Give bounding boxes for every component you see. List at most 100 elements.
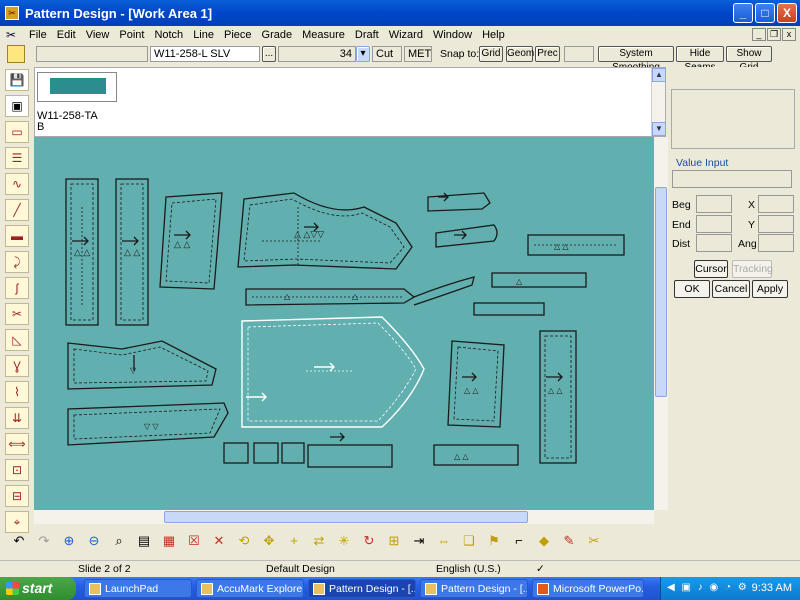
task-pattern-design-2[interactable]: Pattern Design - [...: [420, 579, 528, 598]
yellow-sheet-icon[interactable]: ▭: [5, 121, 29, 143]
size-select[interactable]: 34: [278, 46, 356, 62]
clear-icon[interactable]: ✕: [208, 530, 230, 552]
pattern-piece[interactable]: [427, 192, 491, 212]
menu-window[interactable]: Window: [428, 29, 477, 41]
pattern-piece[interactable]: [223, 432, 393, 468]
piece-category-field[interactable]: [36, 46, 148, 62]
y-field[interactable]: [758, 215, 794, 233]
zoom-window-icon[interactable]: ⌕: [108, 530, 130, 552]
pattern-piece[interactable]: △ △: [245, 276, 475, 306]
cancel-button[interactable]: Cancel: [712, 280, 750, 298]
beg-field[interactable]: [696, 195, 732, 213]
pattern-piece[interactable]: [435, 224, 498, 248]
redo-icon[interactable]: ↷: [33, 530, 55, 552]
task-launchpad[interactable]: LaunchPad: [84, 579, 192, 598]
pattern-piece[interactable]: △ △: [65, 178, 99, 326]
scroll-up-icon[interactable]: ▲: [652, 68, 666, 82]
zoom-out-icon[interactable]: ⊖: [83, 530, 105, 552]
mirror-tool-icon[interactable]: ⟺: [5, 433, 29, 455]
split-tool-icon[interactable]: ⇊: [5, 407, 29, 429]
fill-icon[interactable]: ◆: [533, 530, 555, 552]
cut-field[interactable]: Cut: [372, 46, 402, 62]
pattern-pieces[interactable]: △ △ △ △ △ △ △ △▽▽ △ △ △ △ △ ▽ ▽ ▽ △ △ △ …: [34, 137, 654, 510]
menu-notch[interactable]: Notch: [149, 29, 188, 41]
ang-field[interactable]: [758, 234, 794, 252]
pattern-piece[interactable]: △ △: [527, 234, 625, 256]
rotate-icon[interactable]: ↻: [358, 530, 380, 552]
hide-seams-button[interactable]: Hide Seams: [676, 46, 724, 73]
horizontal-scroll-thumb[interactable]: [164, 511, 528, 523]
pattern-piece[interactable]: △ △: [433, 444, 519, 466]
canvas-vertical-scrollbar[interactable]: [654, 137, 668, 510]
measure-icon[interactable]: ⊞: [383, 530, 405, 552]
cursor-button[interactable]: Cursor: [694, 260, 728, 278]
x-field[interactable]: [758, 195, 794, 213]
line-tool-icon[interactable]: ╱: [5, 199, 29, 221]
folder-icon[interactable]: [7, 45, 25, 63]
undo-icon[interactable]: ↶: [8, 530, 30, 552]
value-input-field[interactable]: [672, 170, 792, 188]
vertical-scroll-thumb[interactable]: [655, 187, 667, 397]
pleat-tool-icon[interactable]: ⌇: [5, 381, 29, 403]
snap-value-field[interactable]: [564, 46, 594, 62]
rotate-piece-icon[interactable]: ⟲: [233, 530, 255, 552]
spread-icon[interactable]: ✳: [333, 530, 355, 552]
tray-icons[interactable]: ◀ ▣ ♪ ◉ ◔ ⚙: [667, 582, 749, 593]
copy-piece-icon[interactable]: ❏: [458, 530, 480, 552]
pattern-piece[interactable]: △ △: [159, 192, 223, 290]
menu-help[interactable]: Help: [477, 29, 510, 41]
zoom-in-icon[interactable]: ⊕: [58, 530, 80, 552]
piece-list-icon[interactable]: ☰: [5, 147, 29, 169]
folder-open-icon[interactable]: ⊟: [5, 485, 29, 507]
dist-field[interactable]: [696, 234, 732, 252]
menu-file[interactable]: File: [24, 29, 52, 41]
piece-name-field[interactable]: W11-258-L SLV: [150, 46, 260, 62]
task-accumark-explorer[interactable]: AccuMark Explorer: [196, 579, 304, 598]
show-grid-button[interactable]: Show Grid: [726, 46, 772, 73]
curve-tool-icon[interactable]: ∿: [5, 173, 29, 195]
chevron-down-icon[interactable]: ▾: [356, 46, 370, 62]
hook-tool-icon[interactable]: ʃ: [5, 277, 29, 299]
units-field[interactable]: MET: [404, 46, 432, 62]
align-icon[interactable]: ⇥: [408, 530, 430, 552]
close-button[interactable]: X: [777, 3, 797, 23]
add-point-icon[interactable]: +: [283, 530, 305, 552]
menu-line[interactable]: Line: [188, 29, 219, 41]
piece-thumbnail[interactable]: [37, 72, 117, 102]
doc-minimize-button[interactable]: _: [752, 28, 766, 41]
notch-icon[interactable]: ⌐: [508, 530, 530, 552]
menu-edit[interactable]: Edit: [52, 29, 81, 41]
pattern-piece[interactable]: △ △▽▽: [237, 192, 413, 270]
pattern-piece[interactable]: △ △: [539, 330, 577, 464]
selected-pattern-piece[interactable]: [241, 316, 425, 428]
scissors-icon[interactable]: ✂: [5, 303, 29, 325]
task-pattern-design-1[interactable]: Pattern Design - [...: [308, 579, 416, 598]
doc-restore-button[interactable]: ❐: [767, 28, 781, 41]
menu-measure[interactable]: Measure: [297, 29, 350, 41]
folder-piece-icon[interactable]: ⊡: [5, 459, 29, 481]
tracking-button[interactable]: Tracking: [732, 260, 773, 278]
doc-close-button[interactable]: x: [782, 28, 796, 41]
shift-icon[interactable]: ⇄: [308, 530, 330, 552]
menu-point[interactable]: Point: [114, 29, 149, 41]
dart-tool-icon[interactable]: ◺: [5, 329, 29, 351]
canvas-horizontal-scrollbar[interactable]: [34, 510, 654, 524]
maximize-button[interactable]: □: [755, 3, 775, 23]
pattern-piece[interactable]: △: [491, 272, 587, 288]
minimize-button[interactable]: _: [733, 3, 753, 23]
start-button[interactable]: start: [0, 577, 76, 600]
pencil-icon[interactable]: ✎: [558, 530, 580, 552]
fold-tool-icon[interactable]: ⤸: [5, 251, 29, 273]
menu-grade[interactable]: Grade: [257, 29, 298, 41]
pattern-piece[interactable]: ▽: [67, 340, 217, 390]
pattern-piece[interactable]: [473, 302, 545, 316]
thumbnail-scrollbar[interactable]: ▲ ▼: [651, 68, 666, 136]
document-icon[interactable]: ✂: [6, 28, 20, 42]
piece-box-icon[interactable]: ▦: [158, 530, 180, 552]
flip-icon[interactable]: ⇔: [433, 530, 455, 552]
menu-wizard[interactable]: Wizard: [384, 29, 428, 41]
rectangle-tool-icon[interactable]: ▬: [5, 225, 29, 247]
pattern-piece[interactable]: △ △: [115, 178, 149, 326]
snap-geom-button[interactable]: Geom: [506, 46, 534, 62]
pattern-piece[interactable]: ▽ ▽: [67, 402, 229, 446]
